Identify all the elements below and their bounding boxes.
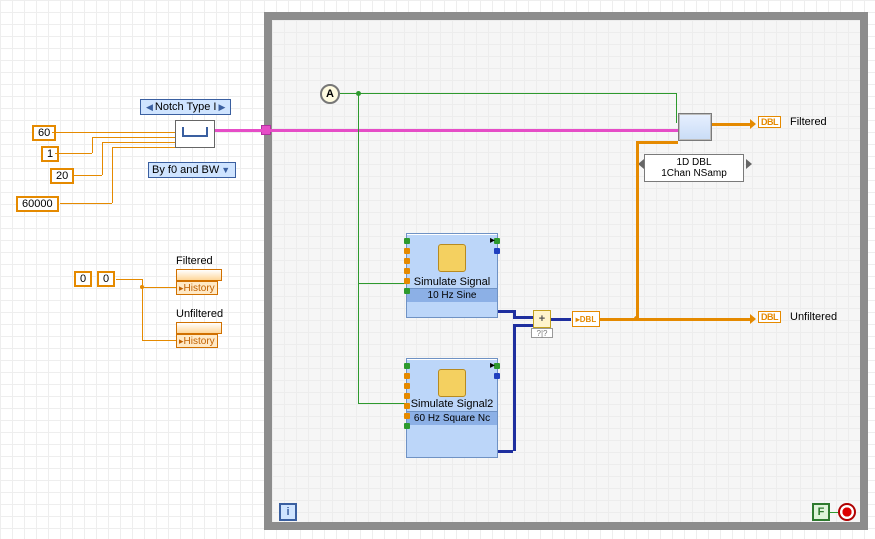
express-term: [404, 238, 410, 244]
wire: [55, 153, 92, 154]
express-term: [404, 393, 410, 399]
first-call-node: A: [320, 84, 340, 104]
wire-filter-ref: [215, 129, 680, 132]
wire: [513, 324, 533, 327]
simulate-signal-2[interactable]: Simulate Signal2 60 Hz Square Nc▸: [406, 358, 498, 458]
wire: [513, 316, 533, 319]
simulate-signal-1[interactable]: Simulate Signal 10 Hz Sine▸: [406, 233, 498, 318]
ring-filter-type[interactable]: ◀ Notch Type I ▶: [140, 99, 231, 115]
const-f0[interactable]: 60: [32, 125, 56, 141]
daqmx-read-poly-selector[interactable]: 1D DBL 1Chan NSamp: [644, 154, 744, 182]
wire: [358, 93, 359, 403]
wire: [52, 132, 175, 133]
unfiltered-history-property[interactable]: ▸ History: [176, 334, 218, 348]
wire: [142, 287, 176, 288]
wire: [142, 340, 176, 341]
unfiltered-propnode-ref[interactable]: [176, 322, 222, 334]
express-term: [404, 383, 410, 389]
express-term: [404, 373, 410, 379]
wire: [830, 512, 838, 513]
wire: [116, 279, 142, 280]
unfiltered-propnode-label: Unfiltered: [176, 308, 223, 320]
history-index-const[interactable]: 0: [74, 271, 92, 287]
wire-junction: [356, 91, 361, 96]
filtered-propnode-ref[interactable]: [176, 269, 222, 281]
wire: [676, 93, 677, 123]
wire: [92, 137, 93, 153]
wire: [102, 142, 103, 175]
filtered-indicator-terminal[interactable]: DBL: [758, 116, 781, 128]
const-fs[interactable]: 60000: [16, 196, 59, 212]
express-term: [404, 413, 410, 419]
wire-junction: [140, 285, 144, 289]
indicator-terminal-arrow: [750, 314, 756, 324]
unfiltered-indicator-label: Unfiltered: [790, 311, 837, 323]
express-vi-icon: [438, 369, 466, 397]
indicator-terminal-arrow: [750, 119, 756, 129]
express-term: [404, 248, 410, 254]
loop-conditional-terminal[interactable]: [838, 503, 856, 521]
filtered-history-property[interactable]: ▸ History: [176, 281, 218, 295]
history-len-const[interactable]: 0: [97, 271, 115, 287]
daqmx-read-icon[interactable]: [678, 113, 712, 141]
loop-stop-constant[interactable]: F: [812, 503, 830, 521]
ring-filter-type-label: Notch Type I: [155, 101, 217, 113]
wire: [112, 147, 175, 148]
wire: [358, 93, 676, 94]
express-term: [404, 288, 410, 294]
wire: [92, 137, 175, 138]
wire: [551, 318, 571, 321]
wire: [712, 123, 752, 126]
const-bw[interactable]: 20: [50, 168, 74, 184]
const-order[interactable]: 1: [41, 146, 59, 162]
sim1-title: Simulate Signal: [407, 272, 497, 288]
ring-right-arrow-icon: ▶: [216, 102, 227, 113]
merge-signals[interactable]: +: [533, 310, 551, 328]
wire: [102, 142, 175, 143]
wire: [636, 141, 678, 144]
wire: [498, 310, 513, 313]
ring-filter-spec[interactable]: By f0 and BW ▼: [148, 162, 236, 178]
digital-filter-vi[interactable]: [175, 120, 215, 148]
wire: [636, 141, 639, 319]
express-term: [404, 258, 410, 264]
express-term: [404, 403, 410, 409]
sim1-sub: 10 Hz Sine: [428, 290, 477, 301]
wire: [513, 324, 516, 451]
filtered-indicator-label: Filtered: [790, 116, 827, 128]
express-term: [404, 423, 410, 429]
express-vi-icon: [438, 244, 466, 272]
daq-line1: 1D DBL: [647, 157, 741, 168]
express-term: [404, 363, 410, 369]
wire-junction: [634, 316, 639, 321]
wire: [72, 175, 102, 176]
ring-left-arrow-icon: ◀: [144, 102, 155, 113]
unfiltered-indicator-terminal[interactable]: DBL: [758, 311, 781, 323]
poly-selector-arrow-right[interactable]: [746, 159, 752, 169]
wire: [112, 147, 113, 203]
convert-to-array-dbl[interactable]: ▸DBL: [572, 311, 600, 327]
express-term: [404, 268, 410, 274]
wire: [358, 403, 405, 404]
merge-signals-bottom: ?|?: [531, 328, 553, 338]
while-loop[interactable]: [264, 12, 868, 530]
express-term: [494, 373, 500, 379]
express-term: [404, 278, 410, 284]
wire: [498, 450, 513, 453]
ring-filter-spec-label: By f0 and BW: [152, 164, 219, 176]
sim2-sub: 60 Hz Square Nc: [414, 413, 490, 424]
filtered-propnode-label: Filtered: [176, 255, 213, 267]
daq-line2: 1Chan NSamp: [647, 168, 741, 179]
wire: [600, 318, 752, 321]
wire: [358, 283, 405, 284]
sim2-title: Simulate Signal2: [407, 397, 497, 411]
loop-iteration-terminal: i: [279, 503, 297, 521]
express-term: [494, 248, 500, 254]
chevron-down-icon: ▼: [219, 165, 232, 175]
wire: [60, 203, 112, 204]
